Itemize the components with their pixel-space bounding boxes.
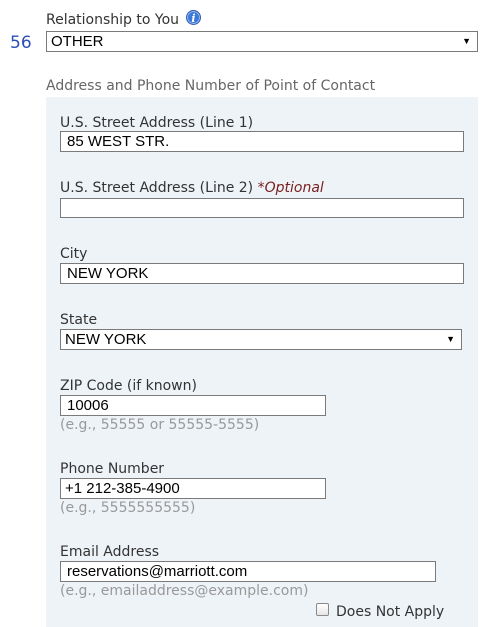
city-input[interactable]: NEW YORK — [60, 263, 464, 284]
relationship-label: Relationship to You — [46, 12, 180, 28]
street2-input[interactable] — [60, 198, 464, 218]
section-title: Address and Phone Number of Point of Con… — [46, 78, 376, 94]
does-not-apply-checkbox[interactable] — [316, 603, 329, 616]
street1-input[interactable]: 85 WEST STR. — [60, 131, 464, 152]
question-number: 56 — [10, 33, 32, 53]
phone-label: Phone Number — [60, 461, 165, 477]
phone-hint: (e.g., 5555555555) — [60, 500, 196, 516]
chevron-down-icon: ▼ — [446, 334, 455, 344]
phone-input[interactable]: +1 212-385-4900 — [60, 478, 326, 499]
email-label: Email Address — [60, 544, 160, 560]
chevron-down-icon: ▼ — [462, 36, 471, 46]
city-label: City — [60, 246, 88, 262]
zip-input[interactable]: 10006 — [60, 395, 326, 416]
email-hint: (e.g., emailaddress@example.com) — [60, 583, 309, 599]
email-input[interactable]: reservations@marriott.com — [60, 561, 436, 582]
zip-hint: (e.g., 55555 or 55555-5555) — [60, 417, 260, 433]
state-label: State — [60, 312, 98, 328]
street2-label-text: U.S. Street Address (Line 2) — [60, 180, 254, 196]
street2-label: U.S. Street Address (Line 2) *Optional — [60, 180, 324, 196]
state-selected-value: NEW YORK — [65, 331, 147, 348]
info-icon[interactable]: i — [186, 10, 201, 25]
relationship-select[interactable]: OTHER ▼ — [46, 31, 478, 52]
relationship-selected-value: OTHER — [51, 33, 104, 50]
does-not-apply-label[interactable]: Does Not Apply — [336, 604, 444, 620]
optional-marker: *Optional — [257, 180, 324, 196]
street1-label: U.S. Street Address (Line 1) — [60, 115, 254, 131]
zip-label: ZIP Code (if known) — [60, 378, 197, 394]
state-select[interactable]: NEW YORK ▼ — [60, 329, 462, 350]
